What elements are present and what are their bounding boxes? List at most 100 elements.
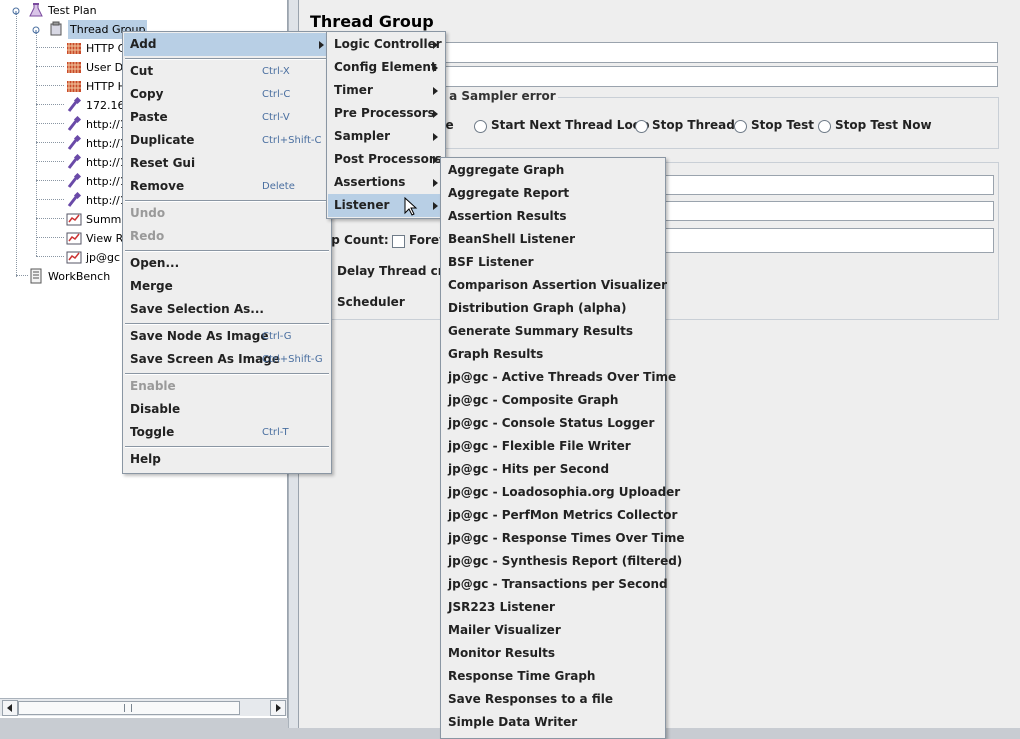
menu-item-open[interactable]: Open... [124, 252, 330, 275]
listener-item[interactable]: Generate Summary Results [442, 320, 664, 343]
tree-expand-toggle[interactable] [12, 5, 20, 15]
sampler-pipette-icon [67, 172, 82, 188]
menu-item-add[interactable]: Add [124, 33, 330, 56]
submenu-arrow-icon [433, 41, 438, 49]
menu-item-label: Logic Controller [334, 37, 442, 51]
listener-item[interactable]: jp@gc - Composite Graph [442, 389, 664, 412]
menu-item-label: Open... [130, 256, 180, 270]
radio-stop-thread[interactable] [635, 120, 648, 133]
context-menu[interactable]: Add Cut Ctrl-X Copy Ctrl-C Paste Ctrl-V Duplica… [122, 31, 332, 474]
sampler-pipette-icon [66, 191, 82, 208]
config-element-icon [66, 78, 82, 94]
menu-item-label: Listener [334, 198, 390, 212]
scroll-thumb[interactable] [18, 701, 240, 715]
sampler-pipette-icon [66, 134, 82, 151]
menu-item-paste[interactable]: Paste Ctrl-V [124, 106, 330, 129]
listener-item[interactable]: jp@gc - Synthesis Report (filtered) [442, 550, 682, 573]
tree-connector-line [36, 161, 64, 162]
tree-connector-line [36, 256, 64, 257]
listener-item[interactable]: Monitor Results [442, 642, 664, 665]
listener-item[interactable]: Graph Results [442, 343, 664, 366]
menu-item-label: Save Screen As Image [130, 352, 280, 366]
menu-item-disable[interactable]: Disable [124, 398, 330, 421]
menu-item-label: Comparison Assertion Visualizer [448, 278, 668, 292]
config-element-icon [66, 40, 82, 56]
listener-item[interactable]: Mailer Visualizer [442, 619, 664, 642]
menu-item-label: Distribution Graph (alpha) [448, 301, 627, 315]
listener-item[interactable]: Assertion Results [442, 205, 664, 228]
tree-node-label: View R [86, 232, 124, 245]
listener-item[interactable]: Response Time Graph [442, 665, 664, 688]
listener-item[interactable]: jp@gc - Loadosophia.org Uploader [442, 481, 680, 504]
tree-horizontal-scrollbar[interactable] [0, 698, 287, 716]
tree-connector-line [36, 85, 64, 86]
menu-item-help[interactable]: Help [124, 448, 330, 471]
menu-item-label: Save Responses to a file [448, 692, 613, 706]
menu-item-merge[interactable]: Merge [124, 275, 330, 298]
menu-item-remove[interactable]: Remove Delete [124, 175, 330, 198]
scroll-left-button[interactable] [2, 700, 18, 716]
submenu-item-assertions[interactable]: Assertions [328, 171, 444, 194]
menu-item-save-node-as-image[interactable]: Save Node As Image Ctrl-G [124, 325, 330, 348]
menu-item-save-screen-as-image[interactable]: Save Screen As Image Ctrl+Shift-G [124, 348, 330, 371]
listener-item[interactable]: jp@gc - Hits per Second [442, 458, 664, 481]
shortcut-hint: Ctrl-T [262, 427, 289, 438]
name-field[interactable] [419, 42, 998, 63]
listener-chart-icon [66, 230, 82, 246]
menu-item-label: Config Element [334, 60, 437, 74]
thread-group-icon [48, 21, 64, 37]
forever-checkbox[interactable] [392, 235, 405, 248]
menu-item-label: Copy [130, 87, 164, 101]
listener-item[interactable]: jp@gc - PerfMon Metrics Collector [442, 504, 677, 527]
submenu-item-sampler[interactable]: Sampler [328, 125, 444, 148]
scroll-right-button[interactable] [270, 700, 286, 716]
menu-item-label: Timer [334, 83, 373, 97]
listener-item[interactable]: Simple Data Writer [442, 711, 664, 734]
listener-item[interactable]: jp@gc - Active Threads Over Time [442, 366, 676, 389]
menu-item-label: Pre Processors [334, 106, 435, 120]
tree-node-label: User D [86, 61, 124, 74]
listener-item[interactable]: jp@gc - Flexible File Writer [442, 435, 664, 458]
listener-item[interactable]: Aggregate Report [442, 182, 664, 205]
menu-item-label: jp@gc - Synthesis Report (filtered) [448, 554, 683, 568]
menu-item-copy[interactable]: Copy Ctrl-C [124, 83, 330, 106]
listener-item[interactable]: BeanShell Listener [442, 228, 664, 251]
menu-item-label: Save Node As Image [130, 329, 269, 343]
listener-item[interactable]: BSF Listener [442, 251, 664, 274]
menu-item-cut[interactable]: Cut Ctrl-X [124, 60, 330, 83]
listener-submenu[interactable]: Aggregate Graph Aggregate Report Assertion… [440, 157, 685, 739]
submenu-item-config-element[interactable]: Config Element [328, 56, 444, 79]
tree-node-label: Test Plan [48, 4, 97, 17]
menu-item-enable: Enable [124, 375, 330, 398]
radio-start-next-loop[interactable] [474, 120, 487, 133]
submenu-item-logic-controller[interactable]: Logic Controller [328, 33, 444, 56]
menu-item-label: jp@gc - Response Times Over Time [448, 531, 685, 545]
menu-item-save-selection-as[interactable]: Save Selection As... [124, 298, 330, 321]
listener-item[interactable]: jp@gc - Transactions per Second [442, 573, 668, 596]
add-submenu[interactable]: Logic Controller Config Element Timer Pre P… [326, 31, 446, 219]
submenu-item-listener[interactable]: Listener [328, 194, 444, 217]
menu-item-label: BeanShell Listener [448, 232, 576, 246]
mouse-cursor-icon [404, 197, 418, 216]
listener-item[interactable]: Aggregate Graph [442, 159, 664, 182]
tree-expand-toggle[interactable] [32, 24, 40, 34]
submenu-item-pre-processors[interactable]: Pre Processors [328, 102, 444, 125]
listener-item[interactable]: Save Responses to a file [442, 688, 664, 711]
listener-item[interactable]: Distribution Graph (alpha) [442, 297, 664, 320]
listener-item[interactable]: jp@gc - Response Times Over Time [442, 527, 685, 550]
menu-item-label: Add [130, 37, 157, 51]
submenu-item-timer[interactable]: Timer [328, 79, 444, 102]
menu-item-label: Aggregate Graph [448, 163, 565, 177]
submenu-item-post-processors[interactable]: Post Processors [328, 148, 444, 171]
menu-item-toggle[interactable]: Toggle Ctrl-T [124, 421, 330, 444]
listener-item[interactable]: jp@gc - Console Status Logger [442, 412, 664, 435]
radio-stop-test[interactable] [734, 120, 747, 133]
listener-item[interactable]: Comparison Assertion Visualizer [442, 274, 668, 297]
listener-item[interactable]: JSR223 Listener [442, 596, 664, 619]
radio-stop-test-now[interactable] [818, 120, 831, 133]
menu-item-duplicate[interactable]: Duplicate Ctrl+Shift-C [124, 129, 330, 152]
shortcut-hint: Ctrl-G [262, 331, 292, 342]
comments-field[interactable] [419, 66, 998, 87]
submenu-arrow-icon [433, 156, 438, 164]
menu-item-reset-gui[interactable]: Reset Gui [124, 152, 330, 175]
